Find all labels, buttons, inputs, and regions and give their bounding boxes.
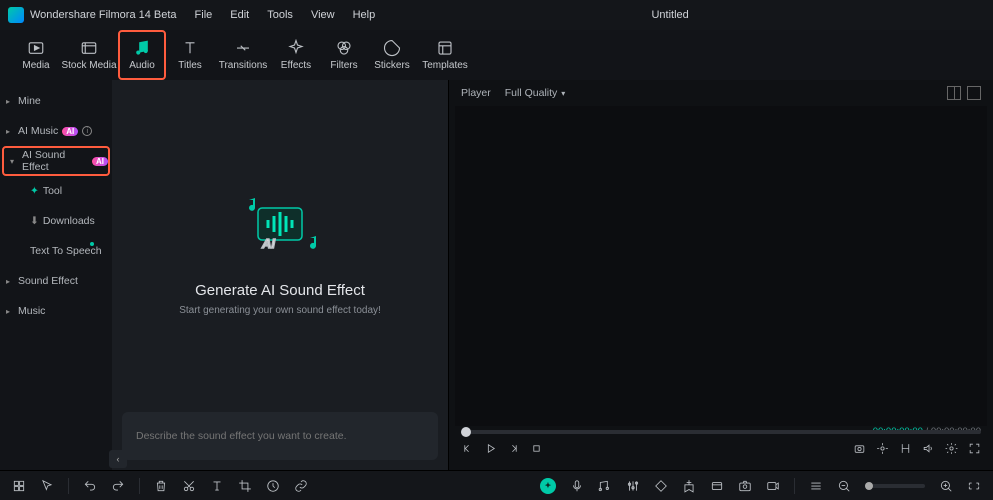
menu-help[interactable]: Help (353, 9, 376, 21)
app-title: Wondershare Filmora 14 Beta (30, 9, 177, 21)
download-icon: ⬇ (30, 215, 39, 227)
chevron-right-icon: ▸ (6, 97, 10, 106)
scrubber[interactable] (461, 430, 981, 434)
player-label: Player (461, 87, 491, 99)
app-logo (8, 7, 24, 23)
wand-icon: ✦ (30, 185, 39, 197)
sidebar-item-tts[interactable]: Text To Speech (0, 236, 112, 266)
sidebar-item-tool[interactable]: ✦Tool (0, 176, 112, 206)
ribbon-titles-label: Titles (178, 60, 202, 71)
project-title: Untitled (375, 9, 965, 21)
undo-icon[interactable] (83, 479, 97, 493)
sidebar-item-ai-music[interactable]: ▸AI MusicAIi (0, 116, 112, 146)
chevron-right-icon: ▸ (6, 307, 10, 316)
link-icon[interactable] (294, 479, 308, 493)
ribbon-filters[interactable]: Filters (320, 30, 368, 80)
ribbon-templates-label: Templates (422, 60, 468, 71)
ribbon-stock-media[interactable]: Stock Media (60, 30, 118, 80)
ribbon-stock-label: Stock Media (61, 60, 116, 71)
chevron-down-icon: ▾ (561, 89, 565, 98)
mic-icon[interactable] (570, 479, 584, 493)
hero-title: Generate AI Sound Effect (195, 282, 365, 299)
zoom-in-icon[interactable] (939, 479, 953, 493)
sidebar-item-ai-sound-effect[interactable]: ▾AI Sound EffectAI (2, 146, 110, 176)
track-view-icon[interactable] (809, 479, 823, 493)
ribbon-stickers-label: Stickers (374, 60, 410, 71)
prompt-input-container[interactable] (122, 412, 438, 460)
marker-icon[interactable] (876, 442, 889, 455)
snapshot-icon[interactable] (738, 479, 752, 493)
record-icon[interactable] (766, 479, 780, 493)
menu-tools[interactable]: Tools (267, 9, 293, 21)
ai-badge: AI (92, 157, 108, 166)
ribbon-effects-label: Effects (281, 60, 311, 71)
sidebar-item-mine[interactable]: ▸Mine (0, 86, 112, 116)
ribbon-transitions-label: Transitions (219, 60, 268, 71)
play-icon[interactable] (484, 442, 497, 455)
chevron-right-icon: ▸ (6, 127, 10, 136)
screenshot-icon[interactable] (853, 442, 866, 455)
settings-icon[interactable] (945, 442, 958, 455)
menu-edit[interactable]: Edit (230, 9, 249, 21)
info-icon[interactable]: i (82, 126, 92, 136)
delete-icon[interactable] (154, 479, 168, 493)
menu-view[interactable]: View (311, 9, 335, 21)
fullscreen-icon[interactable] (968, 442, 981, 455)
ribbon-toolbar: Media Stock Media Audio Titles Transitio… (0, 30, 993, 80)
menu-file[interactable]: File (195, 9, 213, 21)
ribbon-transitions[interactable]: Transitions (214, 30, 272, 80)
ribbon-media-label: Media (22, 60, 49, 71)
sidebar-item-sound-effect[interactable]: ▸Sound Effect (0, 266, 112, 296)
content-panel: ‹ AI Generate AI Sound Effect Start gene… (112, 80, 448, 470)
menu-bar: File Edit Tools View Help (195, 9, 376, 21)
ribbon-effects[interactable]: Effects (272, 30, 320, 80)
next-frame-icon[interactable] (507, 442, 520, 455)
svg-text:AI: AI (261, 236, 275, 251)
prompt-input[interactable] (136, 430, 424, 442)
hero-subtitle: Start generating your own sound effect t… (179, 305, 381, 316)
zoom-out-icon[interactable] (837, 479, 851, 493)
prev-frame-icon[interactable] (461, 442, 474, 455)
quality-dropdown[interactable]: Full Quality▾ (505, 87, 566, 99)
ribbon-templates[interactable]: Templates (416, 30, 474, 80)
stop-icon[interactable] (530, 442, 543, 455)
clip-mark-icon[interactable] (899, 442, 912, 455)
ai-sound-hero-icon: AI (232, 190, 328, 262)
render-icon[interactable] (710, 479, 724, 493)
pointer-tool-icon[interactable] (40, 479, 54, 493)
ribbon-titles[interactable]: Titles (166, 30, 214, 80)
new-indicator (90, 242, 94, 246)
sidebar: ▸Mine ▸AI MusicAIi ▾AI Sound EffectAI ✦T… (0, 80, 112, 470)
ribbon-audio-label: Audio (129, 60, 155, 71)
zoom-slider[interactable] (865, 484, 925, 488)
layout-single-icon[interactable] (967, 86, 981, 100)
ribbon-stickers[interactable]: Stickers (368, 30, 416, 80)
redo-icon[interactable] (111, 479, 125, 493)
cut-icon[interactable] (182, 479, 196, 493)
audio-track-icon[interactable] (598, 479, 612, 493)
crop-icon[interactable] (238, 479, 252, 493)
ribbon-media[interactable]: Media (12, 30, 60, 80)
volume-icon[interactable] (922, 442, 935, 455)
layout-split-icon[interactable] (947, 86, 961, 100)
player-panel: Player Full Quality▾ 00:00:00:00 / 00:00… (448, 80, 993, 470)
sidebar-item-downloads[interactable]: ⬇Downloads (0, 206, 112, 236)
ribbon-audio[interactable]: Audio (118, 30, 166, 80)
keyframe-icon[interactable] (654, 479, 668, 493)
text-icon[interactable] (210, 479, 224, 493)
ai-badge: AI (62, 127, 78, 136)
mixer-icon[interactable] (626, 479, 640, 493)
timeline-toolbar: ✦ (0, 470, 993, 500)
chevron-right-icon: ▸ (6, 277, 10, 286)
chevron-down-icon: ▾ (10, 157, 14, 166)
selection-tool-icon[interactable] (12, 479, 26, 493)
marker-add-icon[interactable] (682, 479, 696, 493)
player-viewport[interactable] (455, 106, 987, 426)
ai-tools-button[interactable]: ✦ (540, 478, 556, 494)
speed-icon[interactable] (266, 479, 280, 493)
fit-icon[interactable] (967, 479, 981, 493)
scrubber-thumb[interactable] (461, 427, 471, 437)
ribbon-filters-label: Filters (330, 60, 357, 71)
sidebar-item-music[interactable]: ▸Music (0, 296, 112, 326)
